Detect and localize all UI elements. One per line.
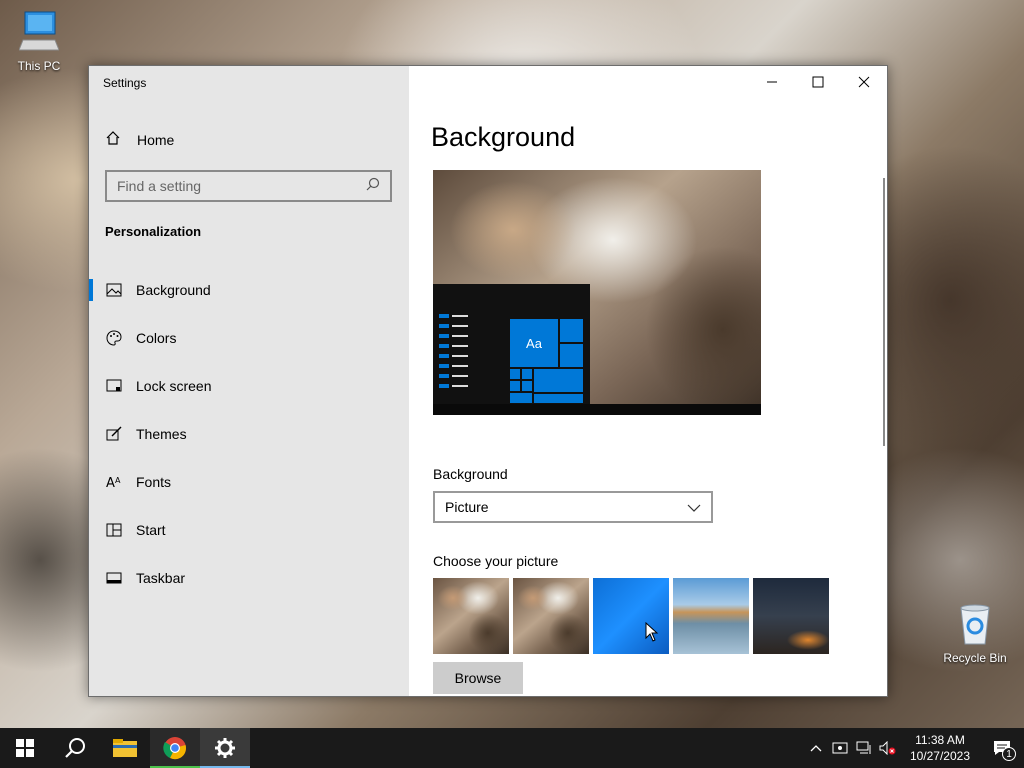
tray-volume-button[interactable] bbox=[876, 728, 900, 768]
choose-picture-label: Choose your picture bbox=[433, 553, 559, 569]
settings-main: Background Aa Background Picture Choose … bbox=[409, 66, 887, 696]
sidebar-item-themes[interactable]: Themes bbox=[89, 410, 409, 458]
sidebar-item-start[interactable]: Start bbox=[89, 506, 409, 554]
chevron-up-icon bbox=[810, 745, 822, 752]
background-preview: Aa bbox=[433, 170, 761, 415]
action-center-button[interactable]: 1 bbox=[980, 728, 1024, 768]
sidebar-item-colors[interactable]: Colors bbox=[89, 314, 409, 362]
start-button[interactable] bbox=[0, 728, 50, 768]
search-icon bbox=[366, 177, 380, 196]
sidebar-item-label: Start bbox=[136, 522, 166, 538]
start-icon bbox=[105, 521, 123, 539]
home-icon bbox=[105, 130, 123, 149]
tray-network-button[interactable] bbox=[852, 728, 876, 768]
search-box[interactable] bbox=[105, 170, 392, 202]
recycle-bin-icon bbox=[940, 602, 1010, 649]
sidebar-item-label: Fonts bbox=[136, 474, 172, 490]
page-title: Background bbox=[431, 122, 576, 152]
sidebar-item-label: Themes bbox=[136, 426, 187, 442]
taskbar: 11:38 AM 10/27/2023 1 bbox=[0, 728, 1024, 768]
device-icon bbox=[832, 742, 848, 754]
svg-text:A: A bbox=[115, 476, 121, 485]
settings-nav: Background Colors Lock screen Themes A A… bbox=[89, 266, 409, 602]
browse-button[interactable]: Browse bbox=[433, 662, 523, 694]
dropdown-value: Picture bbox=[445, 499, 489, 515]
windows-logo-icon bbox=[16, 739, 34, 757]
preview-start-menu: Aa bbox=[433, 284, 590, 415]
picture-thumbnail-5[interactable] bbox=[753, 578, 829, 654]
svg-text:A: A bbox=[106, 476, 115, 490]
home-nav-item[interactable]: Home bbox=[105, 130, 174, 149]
scrollbar[interactable] bbox=[883, 178, 885, 446]
fonts-icon: AA bbox=[105, 473, 123, 491]
sidebar-item-background[interactable]: Background bbox=[89, 266, 409, 314]
desktop-icon-this-pc[interactable]: This PC bbox=[4, 10, 74, 73]
sidebar-item-lock-screen[interactable]: Lock screen bbox=[89, 362, 409, 410]
sidebar-item-label: Lock screen bbox=[136, 378, 212, 394]
desktop-icon-label: This PC bbox=[17, 59, 61, 73]
picture-thumbnail-4[interactable] bbox=[673, 578, 749, 654]
lock-screen-icon bbox=[105, 377, 123, 395]
taskbar-icon bbox=[105, 569, 123, 587]
file-explorer-button[interactable] bbox=[100, 728, 150, 768]
gear-icon bbox=[215, 738, 235, 758]
clock-time: 11:38 AM bbox=[915, 733, 965, 747]
settings-window: Settings Home Personalization Background bbox=[88, 65, 888, 697]
settings-sidebar: Settings Home Personalization Background bbox=[89, 66, 409, 696]
search-input[interactable] bbox=[117, 178, 366, 194]
preview-tiles: Aa bbox=[509, 318, 584, 404]
picture-icon bbox=[105, 281, 123, 299]
network-icon bbox=[856, 741, 871, 754]
window-title: Settings bbox=[103, 76, 147, 90]
preview-tile-aa: Aa bbox=[509, 318, 559, 368]
palette-icon bbox=[105, 329, 123, 347]
notification-count-badge: 1 bbox=[1002, 747, 1016, 761]
clock-date: 10/27/2023 bbox=[909, 749, 970, 763]
chrome-icon bbox=[163, 737, 186, 760]
search-taskbar-button[interactable] bbox=[50, 728, 100, 768]
picture-thumbnail-1[interactable] bbox=[433, 578, 509, 654]
section-title: Personalization bbox=[105, 224, 202, 239]
volume-muted-icon bbox=[879, 741, 896, 755]
desktop-icon-label: Recycle Bin bbox=[943, 651, 1007, 665]
themes-icon bbox=[105, 425, 123, 443]
folder-icon bbox=[113, 739, 137, 757]
sidebar-item-label: Background bbox=[136, 282, 211, 298]
tray-security-button[interactable] bbox=[828, 728, 852, 768]
computer-icon bbox=[4, 10, 74, 57]
settings-taskbar-button[interactable] bbox=[200, 728, 250, 768]
mouse-cursor-icon bbox=[645, 622, 659, 642]
system-tray: 11:38 AM 10/27/2023 1 bbox=[804, 728, 1024, 768]
background-type-dropdown[interactable]: Picture bbox=[433, 491, 713, 523]
home-label: Home bbox=[137, 131, 175, 148]
tray-overflow-button[interactable] bbox=[804, 728, 828, 768]
picture-thumbnails bbox=[433, 578, 829, 654]
sidebar-item-fonts[interactable]: AA Fonts bbox=[89, 458, 409, 506]
sidebar-item-label: Colors bbox=[136, 330, 177, 346]
chrome-button[interactable] bbox=[150, 728, 200, 768]
search-icon bbox=[65, 738, 85, 758]
background-type-label: Background bbox=[433, 466, 508, 482]
chevron-down-icon bbox=[687, 499, 701, 515]
preview-taskbar bbox=[433, 404, 761, 415]
clock[interactable]: 11:38 AM 10/27/2023 bbox=[900, 732, 980, 764]
desktop-icon-recycle-bin[interactable]: Recycle Bin bbox=[940, 602, 1010, 665]
picture-thumbnail-2[interactable] bbox=[513, 578, 589, 654]
picture-thumbnail-3[interactable] bbox=[593, 578, 669, 654]
sidebar-item-taskbar[interactable]: Taskbar bbox=[89, 554, 409, 602]
sidebar-item-label: Taskbar bbox=[136, 570, 186, 586]
